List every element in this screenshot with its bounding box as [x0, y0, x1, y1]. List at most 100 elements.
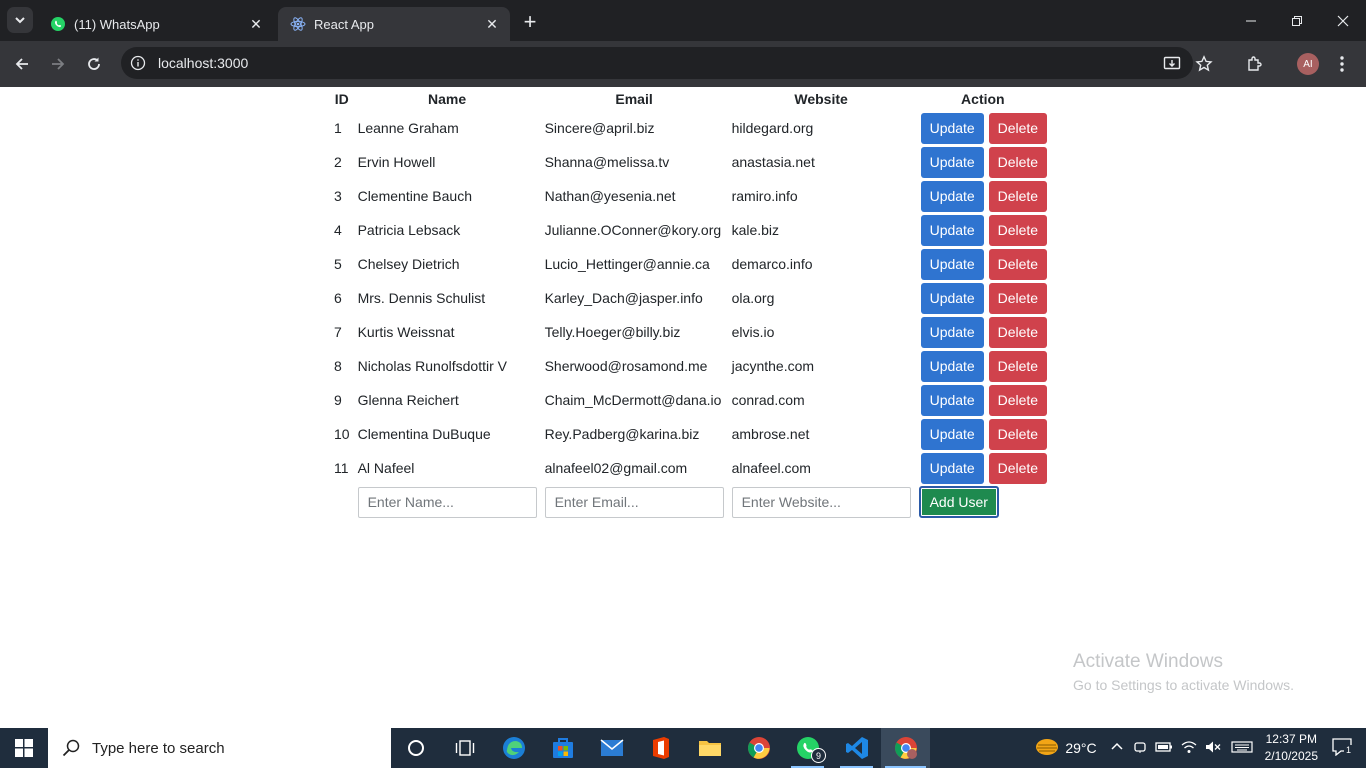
delete-button[interactable]: Delete: [988, 214, 1048, 246]
tab-react-app[interactable]: React App ✕: [278, 7, 510, 41]
delete-button[interactable]: Delete: [988, 418, 1048, 450]
close-window-button[interactable]: [1320, 0, 1366, 41]
new-tab-button[interactable]: +: [518, 9, 542, 34]
cell-actions: Update Delete: [915, 315, 1052, 349]
wifi-icon[interactable]: [1181, 740, 1197, 757]
cell-name: Chelsey Dietrich: [357, 256, 460, 272]
close-icon[interactable]: ✕: [482, 14, 502, 34]
table-row: 7 Kurtis Weissnat Telly.Hoeger@billy.biz el…: [330, 315, 1051, 349]
taskbar-mail[interactable]: [587, 728, 636, 768]
update-button[interactable]: Update: [920, 350, 984, 382]
extensions-puzzle-icon[interactable]: [1243, 52, 1267, 76]
users-table: ID Name Email Website Action 1 Leanne Gra…: [330, 87, 1051, 519]
install-app-icon[interactable]: [1160, 52, 1184, 76]
taskbar-file-explorer[interactable]: [685, 728, 734, 768]
edge-icon: [502, 737, 525, 759]
delete-button[interactable]: Delete: [988, 316, 1048, 348]
taskbar-search-box[interactable]: Type here to search: [48, 728, 391, 768]
minimize-button[interactable]: [1228, 0, 1274, 41]
site-info-icon[interactable]: [130, 55, 146, 71]
task-view-button[interactable]: [440, 728, 489, 768]
bookmark-star-icon[interactable]: [1192, 52, 1216, 76]
taskbar-chrome[interactable]: [734, 728, 783, 768]
keyboard-icon[interactable]: [1231, 740, 1253, 757]
browser-tab-strip: (11) WhatsApp ✕ React App ✕ +: [0, 0, 1366, 41]
start-button[interactable]: [0, 728, 48, 768]
delete-button[interactable]: Delete: [988, 146, 1048, 178]
restore-button[interactable]: [1274, 0, 1320, 41]
delete-button[interactable]: Delete: [988, 350, 1048, 382]
cell-email: Julianne.OConner@kory.org: [544, 222, 722, 238]
tab-whatsapp[interactable]: (11) WhatsApp ✕: [38, 7, 274, 41]
cell-name: Mrs. Dennis Schulist: [357, 290, 486, 306]
reload-button[interactable]: [79, 49, 109, 79]
taskbar-whatsapp[interactable]: 9: [783, 728, 832, 768]
delete-button[interactable]: Delete: [988, 282, 1048, 314]
cell-name: Nicholas Runolfsdottir V: [357, 358, 507, 374]
task-view-icon: [455, 740, 474, 756]
taskbar-store[interactable]: [538, 728, 587, 768]
name-input-cell: [354, 485, 541, 519]
cell-email: Telly.Hoeger@billy.biz: [544, 324, 681, 340]
clock[interactable]: 12:37 PM 2/10/2025: [1265, 731, 1318, 765]
column-header-action: Action: [961, 91, 1005, 107]
notification-center-icon[interactable]: 1: [1332, 737, 1354, 759]
cell-id: 5: [334, 256, 342, 272]
battery-icon[interactable]: [1154, 741, 1173, 756]
taskbar-office[interactable]: [636, 728, 685, 768]
temperature[interactable]: 29°C: [1065, 740, 1096, 756]
search-placeholder: Type here to search: [92, 739, 225, 757]
taskbar-vscode[interactable]: [832, 728, 881, 768]
cell-website: elvis.io: [731, 324, 775, 340]
add-user-button[interactable]: Add User: [918, 486, 999, 518]
cell-website: kale.biz: [731, 222, 780, 238]
cell-email: Karley_Dach@jasper.info: [544, 290, 703, 306]
kebab-menu-icon[interactable]: [1330, 52, 1354, 76]
weather-icon[interactable]: [1035, 737, 1059, 760]
taskbar-chrome-active[interactable]: [881, 728, 930, 768]
volume-muted-icon[interactable]: [1205, 740, 1221, 757]
chevron-down-icon: [15, 17, 25, 24]
cell-id: 1: [334, 120, 342, 136]
delete-button[interactable]: Delete: [988, 452, 1048, 484]
delete-button[interactable]: Delete: [988, 180, 1048, 212]
column-header-website: Website: [794, 91, 848, 107]
cell-id: 4: [334, 222, 342, 238]
update-button[interactable]: Update: [920, 214, 984, 246]
cell-website: jacynthe.com: [731, 358, 815, 374]
table-row: 11 Al Nafeel alnafeel02@gmail.com alnafeel.…: [330, 451, 1051, 485]
cortana-button[interactable]: [391, 728, 440, 768]
meet-now-icon[interactable]: [1133, 740, 1147, 757]
email-input[interactable]: [544, 486, 724, 518]
address-bar[interactable]: localhost:3000: [121, 47, 1193, 79]
update-button[interactable]: Update: [920, 248, 984, 280]
taskbar-edge[interactable]: [489, 728, 538, 768]
update-button[interactable]: Update: [920, 418, 984, 450]
update-button[interactable]: Update: [920, 316, 984, 348]
profile-avatar[interactable]: AI: [1297, 53, 1319, 75]
update-button[interactable]: Update: [920, 452, 984, 484]
name-input[interactable]: [357, 486, 537, 518]
close-icon[interactable]: ✕: [246, 14, 266, 34]
reload-icon: [88, 57, 100, 70]
update-button[interactable]: Update: [920, 282, 984, 314]
tab-search-button[interactable]: [7, 7, 33, 33]
cell-name: Clementine Bauch: [357, 188, 472, 204]
delete-button[interactable]: Delete: [988, 112, 1048, 144]
folder-icon: [698, 741, 721, 756]
chevron-up-icon[interactable]: [1111, 741, 1123, 756]
update-button[interactable]: Update: [920, 146, 984, 178]
cell-id: 9: [334, 392, 342, 408]
update-button[interactable]: Update: [920, 384, 984, 416]
back-button[interactable]: [7, 49, 37, 79]
cell-id: 10: [334, 426, 350, 442]
chrome-icon: [747, 737, 770, 759]
update-button[interactable]: Update: [920, 112, 984, 144]
cell-id: 11: [334, 460, 349, 476]
update-button[interactable]: Update: [920, 180, 984, 212]
delete-button[interactable]: Delete: [988, 248, 1048, 280]
delete-button[interactable]: Delete: [988, 384, 1048, 416]
forward-button[interactable]: [43, 49, 73, 79]
activate-windows-watermark: Activate Windows Go to Settings to activ…: [1073, 651, 1294, 693]
website-input[interactable]: [731, 486, 911, 518]
